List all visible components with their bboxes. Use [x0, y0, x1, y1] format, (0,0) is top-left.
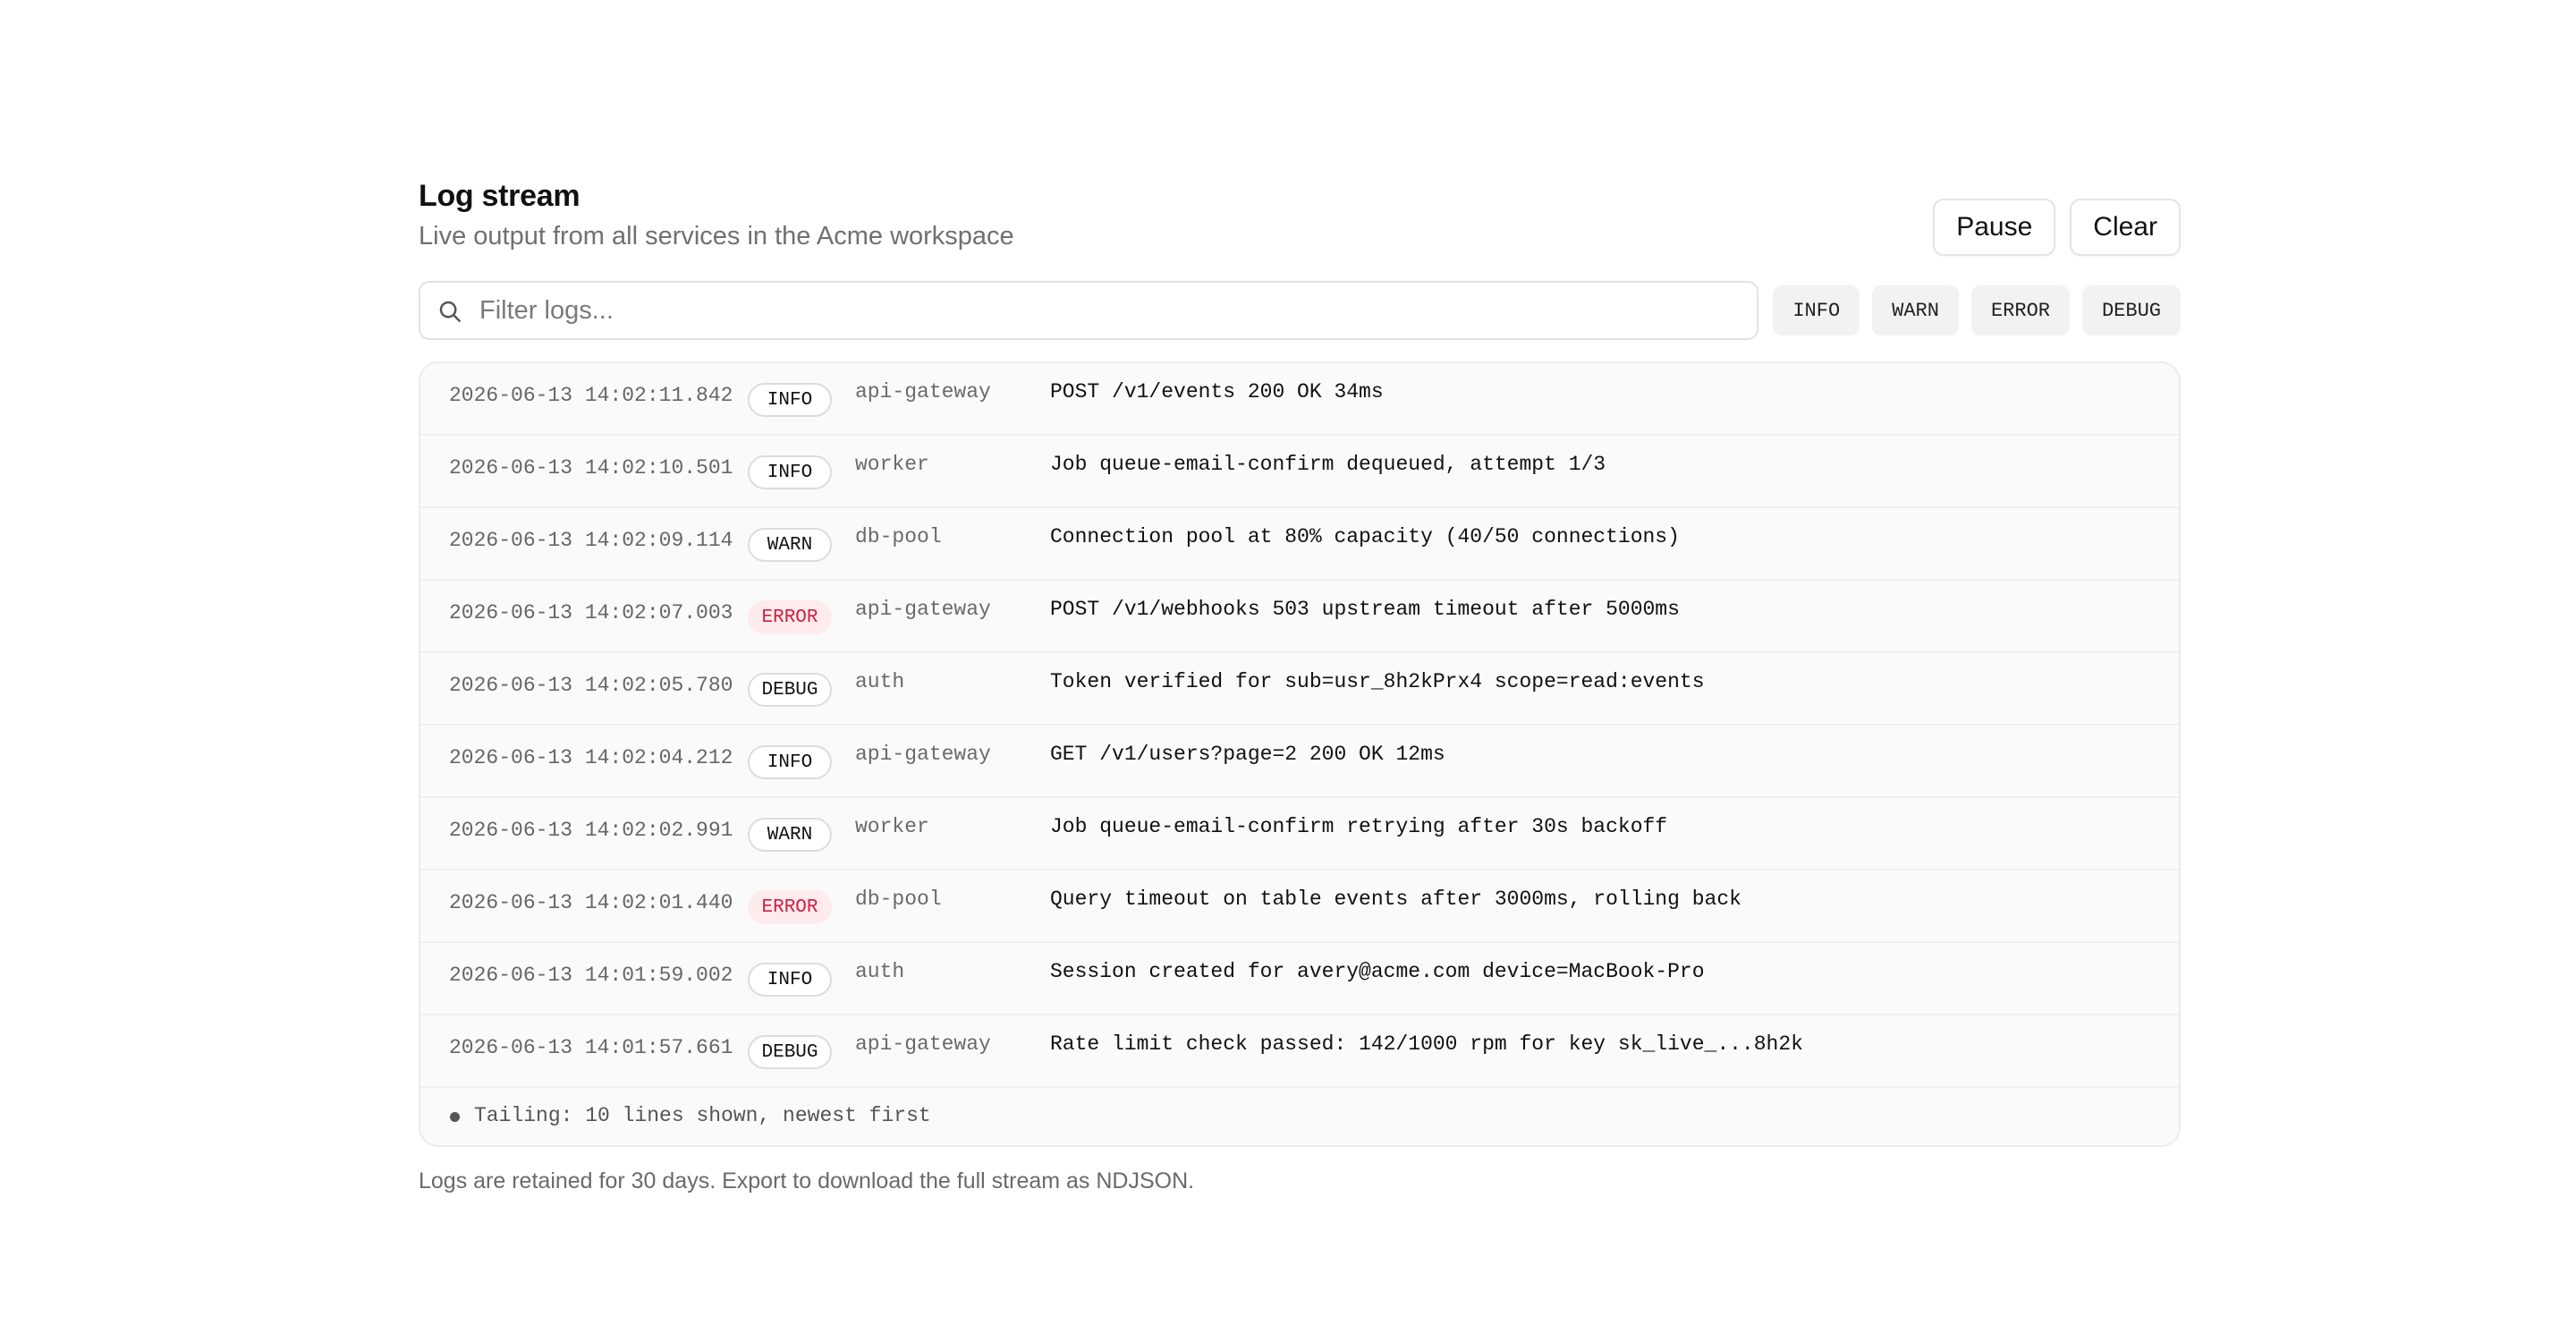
search-box[interactable]	[419, 281, 1759, 340]
filter-chip-error[interactable]: ERROR	[1970, 285, 2070, 336]
clear-button[interactable]: Clear	[2070, 199, 2181, 256]
log-timestamp: 2026-06-13 14:01:59.002	[449, 964, 733, 987]
filter-chip-info[interactable]: INFO	[1773, 285, 1860, 336]
retention-footnote: Logs are retained for 30 days. Export to…	[419, 1168, 1195, 1193]
log-timestamp: 2026-06-13 14:02:02.991	[449, 819, 733, 842]
pause-button[interactable]: Pause	[1933, 199, 2056, 256]
log-timestamp: 2026-06-13 14:02:11.842	[449, 384, 733, 407]
log-level-badge: INFO	[748, 745, 832, 779]
log-level-badge: DEBUG	[748, 1035, 832, 1069]
log-message: Job queue-email-confirm dequeued, attemp…	[1050, 453, 1606, 476]
log-service: api-gateway	[855, 380, 991, 403]
log-timestamp: 2026-06-13 14:02:01.440	[449, 891, 733, 914]
log-row[interactable]: 2026-06-13 14:02:09.114 WARN db-pool Con…	[420, 508, 2179, 581]
log-level-badge: INFO	[748, 963, 832, 997]
filter-chip-warn[interactable]: WARN	[1872, 285, 1959, 336]
log-row[interactable]: 2026-06-13 14:02:11.842 INFO api-gateway…	[420, 363, 2179, 436]
page-header: Log stream Live output from all services…	[419, 175, 2181, 261]
page-title: Log stream	[419, 179, 580, 213]
log-level-badge: ERROR	[748, 600, 832, 634]
log-level-badge: INFO	[748, 455, 832, 489]
log-timestamp: 2026-06-13 14:02:05.780	[449, 674, 733, 697]
log-row[interactable]: 2026-06-13 14:01:57.661 DEBUG api-gatewa…	[420, 1015, 2179, 1088]
log-service: db-pool	[855, 525, 942, 548]
log-service: api-gateway	[855, 598, 991, 621]
log-message: POST /v1/events 200 OK 34ms	[1050, 380, 1384, 403]
log-timestamp: 2026-06-13 14:02:07.003	[449, 601, 733, 624]
log-row[interactable]: 2026-06-13 14:02:07.003 ERROR api-gatewa…	[420, 581, 2179, 653]
log-list[interactable]: 2026-06-13 14:02:11.842 INFO api-gateway…	[419, 361, 2181, 1147]
header-actions: Pause Clear	[1933, 199, 2181, 256]
log-row[interactable]: 2026-06-13 14:02:10.501 INFO worker Job …	[420, 436, 2179, 508]
log-level-badge: INFO	[748, 383, 832, 417]
page-subtitle: Live output from all services in the Acm…	[419, 222, 1014, 251]
log-service: worker	[855, 815, 929, 838]
log-message: Job queue-email-confirm retrying after 3…	[1050, 815, 1668, 838]
log-service: auth	[855, 960, 905, 983]
tail-status-text: Tailing: 10 lines shown, newest first	[474, 1104, 931, 1127]
log-level-badge: WARN	[748, 528, 832, 562]
log-row[interactable]: 2026-06-13 14:02:04.212 INFO api-gateway…	[420, 726, 2179, 798]
log-level-badge: WARN	[748, 818, 832, 852]
log-row[interactable]: 2026-06-13 14:02:05.780 DEBUG auth Token…	[420, 653, 2179, 726]
filter-logs-input[interactable]	[478, 294, 1733, 327]
log-message: Query timeout on table events after 3000…	[1050, 888, 1741, 911]
log-service: api-gateway	[855, 1032, 991, 1056]
log-timestamp: 2026-06-13 14:02:10.501	[449, 456, 733, 480]
log-message: Connection pool at 80% capacity (40/50 c…	[1050, 525, 1680, 548]
live-dot-icon	[450, 1112, 460, 1122]
level-filter-chips: INFO WARN ERROR DEBUG	[1773, 285, 2181, 336]
log-level-badge: ERROR	[748, 890, 832, 924]
log-message: Token verified for sub=usr_8h2kPrx4 scop…	[1050, 670, 1705, 693]
log-row[interactable]: 2026-06-13 14:02:01.440 ERROR db-pool Qu…	[420, 871, 2179, 943]
log-service: auth	[855, 670, 905, 693]
log-row[interactable]: 2026-06-13 14:02:02.991 WARN worker Job …	[420, 798, 2179, 871]
tail-status: Tailing: 10 lines shown, newest first	[420, 1088, 2179, 1145]
log-service: worker	[855, 453, 929, 476]
log-service: db-pool	[855, 888, 942, 911]
log-timestamp: 2026-06-13 14:01:57.661	[449, 1036, 733, 1059]
log-row[interactable]: 2026-06-13 14:01:59.002 INFO auth Sessio…	[420, 943, 2179, 1015]
filter-row: INFO WARN ERROR DEBUG	[419, 281, 2181, 340]
filter-chip-debug[interactable]: DEBUG	[2081, 285, 2181, 336]
log-message: GET /v1/users?page=2 200 OK 12ms	[1050, 743, 1445, 766]
log-message: Session created for avery@acme.com devic…	[1050, 960, 1705, 983]
search-icon	[439, 301, 461, 322]
log-message: Rate limit check passed: 142/1000 rpm fo…	[1050, 1032, 1803, 1056]
log-message: POST /v1/webhooks 503 upstream timeout a…	[1050, 598, 1680, 621]
log-service: api-gateway	[855, 743, 991, 766]
log-timestamp: 2026-06-13 14:02:04.212	[449, 746, 733, 769]
log-level-badge: DEBUG	[748, 673, 832, 707]
log-stream-page: Log stream Live output from all services…	[419, 175, 2181, 1194]
log-timestamp: 2026-06-13 14:02:09.114	[449, 529, 733, 552]
